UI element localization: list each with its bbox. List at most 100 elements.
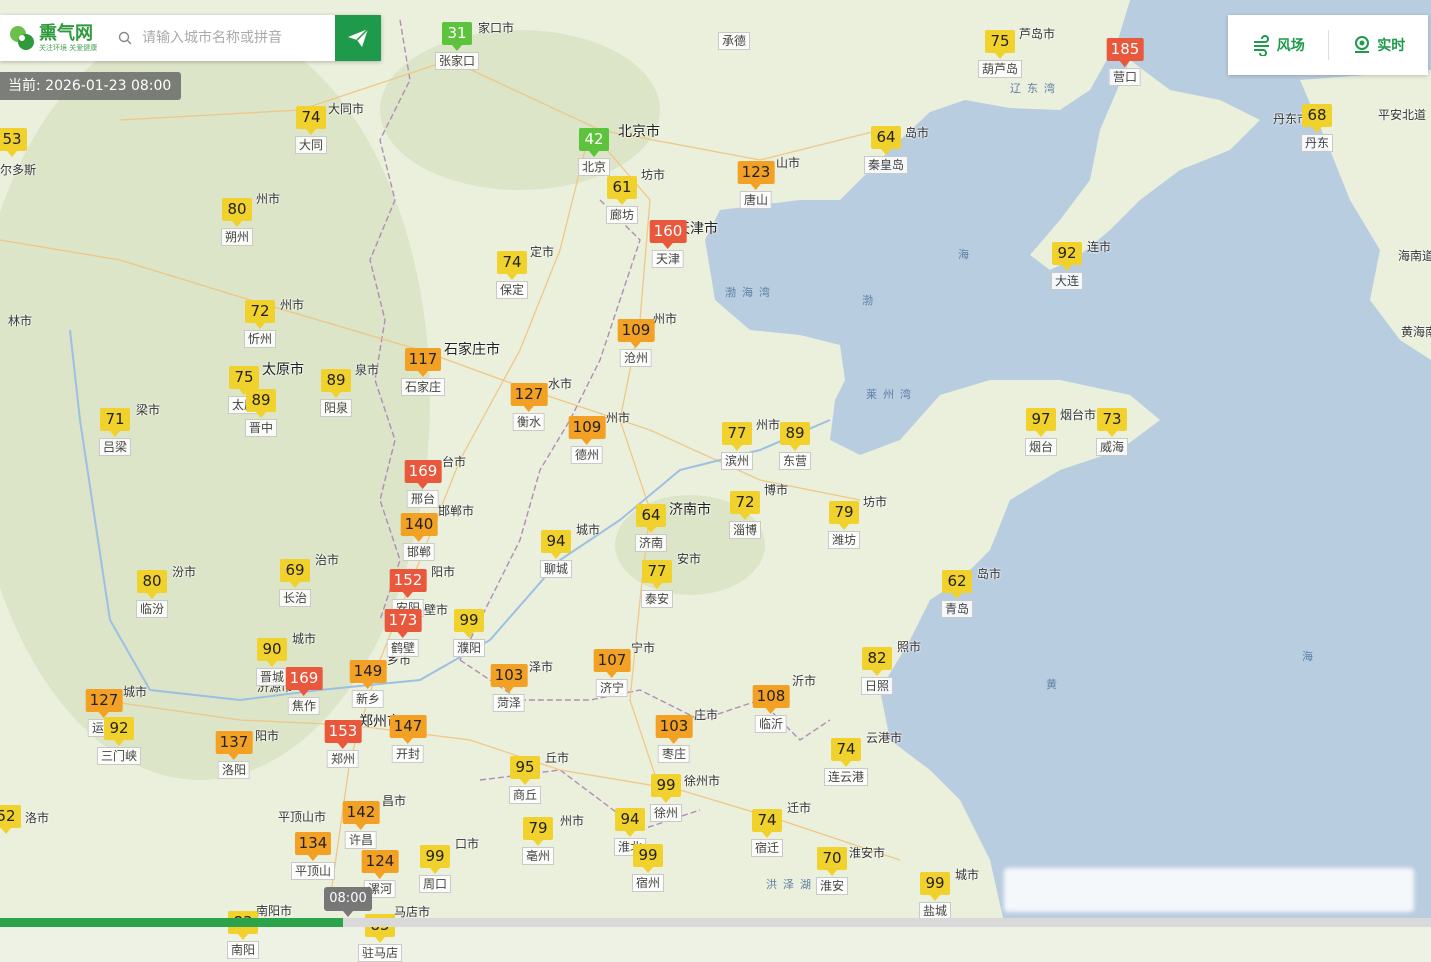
aqi-station-marker[interactable]: 74 连云港 [823,738,869,786]
aqi-station-marker[interactable]: 72 淄博 [728,491,762,539]
search-input[interactable] [140,29,324,47]
aqi-station-marker[interactable]: 80 朔州 [220,198,254,246]
timeline-track[interactable] [0,918,1431,927]
aqi-station-marker[interactable]: 0承德 [717,2,751,50]
aqi-value-badge: 99 [919,872,950,901]
aqi-station-marker[interactable]: 72 忻州 [243,300,277,348]
aqi-station-marker[interactable]: 169 邢台 [404,460,442,508]
aqi-station-marker[interactable]: 80 临汾 [135,570,169,618]
aqi-station-marker[interactable]: 90 晋城 [255,638,289,686]
aqi-station-marker[interactable]: 75 葫芦岛 [977,30,1023,78]
timeline-knob[interactable]: 08:00 [324,887,372,917]
station-city-name: 大连 [1050,272,1084,290]
aqi-station-marker[interactable]: 64 秦皇岛 [863,126,909,174]
liaodong-bay-label: 辽东湾 [1010,81,1061,95]
place-label: 州市 [256,192,281,206]
aqi-station-marker[interactable]: 74 宿迁 [750,809,784,857]
station-city-name: 吕梁 [98,438,132,456]
aqi-station-marker[interactable]: 99 徐州 [649,774,683,822]
aqi-station-marker[interactable]: 82 日照 [860,647,894,695]
aqi-station-marker[interactable]: 79 潍坊 [827,501,861,549]
place-label: 安市 [677,552,702,566]
aqi-station-marker[interactable]: 173 鹤壁 [384,609,422,657]
place-label: 泽市 [529,660,554,674]
station-city-name: 东营 [778,452,812,470]
aqi-station-marker[interactable]: 31 张家口 [434,22,480,70]
aqi-station-marker[interactable]: 99 盐城 [918,872,952,920]
aqi-station-marker[interactable]: 134 平顶山 [290,832,336,880]
aqi-station-marker[interactable]: 70 淮安 [815,847,849,895]
aqi-station-marker[interactable]: 117 石家庄 [400,348,446,396]
aqi-value-badge: 142 [342,801,380,830]
aqi-station-marker[interactable]: 73 威海 [1095,408,1129,456]
aqi-station-marker[interactable]: 103 菏泽 [490,664,528,712]
aqi-station-marker[interactable]: 99 周口 [418,845,452,893]
place-label: 海南道 [1398,249,1431,263]
station-city-name: 德州 [570,446,604,464]
station-city-name: 石家庄 [400,378,446,396]
aqi-station-marker[interactable]: 142 许昌 [342,801,380,849]
aqi-value-badge: 73 [1096,408,1127,437]
aqi-value-badge: 147 [389,715,427,744]
place-label: 岛市 [977,567,1002,581]
aqi-station-marker[interactable]: 68 丹东 [1300,104,1334,152]
aqi-value-badge-partial[interactable]: 52 [0,805,21,834]
aqi-value-badge: 153 [324,720,362,749]
station-city-name: 北京 [577,158,611,176]
aqi-station-marker[interactable]: 108 临沂 [752,685,790,733]
aqi-station-marker[interactable]: 169 焦作 [285,667,323,715]
aqi-station-marker[interactable]: 77 滨州 [720,422,754,470]
realtime-button[interactable]: 实时 [1329,15,1429,75]
aqi-station-marker[interactable]: 107 济宁 [593,649,631,697]
aqi-station-marker[interactable]: 74 保定 [495,251,529,299]
aqi-station-marker[interactable]: 79 亳州 [521,817,555,865]
wind-field-button[interactable]: 风场 [1228,15,1328,75]
aqi-station-marker[interactable]: 137 洛阳 [215,731,253,779]
station-city-name: 秦皇岛 [863,156,909,174]
aqi-station-marker[interactable]: 97 烟台 [1024,408,1058,456]
aqi-station-marker[interactable]: 69 长治 [278,559,312,607]
aqi-value-badge: 99 [632,844,663,873]
station-city-name: 承德 [717,32,751,50]
aqi-station-marker[interactable]: 42 北京 [577,128,611,176]
aqi-station-marker[interactable]: 149 新乡 [349,660,387,708]
aqi-station-marker[interactable]: 74 大同 [294,106,328,154]
station-city-name: 洛阳 [217,761,251,779]
aqi-station-marker[interactable]: 123 唐山 [737,161,775,209]
place-label: 洛市 [25,811,50,825]
aqi-station-marker[interactable]: 89 东营 [778,422,812,470]
aqi-station-marker[interactable]: 92 三门峡 [96,717,142,765]
aqi-station-marker[interactable]: 61 廊坊 [605,176,639,224]
aqi-station-marker[interactable]: 99 宿州 [631,844,665,892]
aqi-station-marker[interactable]: 185 营口 [1106,38,1144,86]
aqi-station-marker[interactable]: 94 聊城 [539,530,573,578]
aqi-station-marker[interactable]: 99 濮阳 [452,609,486,657]
aqi-station-marker[interactable]: 153 郑州 [324,720,362,768]
aqi-station-marker[interactable]: 64 济南 [634,504,668,552]
aqi-station-marker[interactable]: 140 邯郸 [400,513,438,561]
logo-slogan: 关注环境 关爱健康 [39,43,98,52]
aqi-station-marker[interactable]: 71 吕梁 [98,408,132,456]
aqi-station-marker[interactable]: 89 阳泉 [319,369,353,417]
aqi-value-badge: 149 [349,660,387,689]
aqi-station-marker[interactable]: 103 枣庄 [655,715,693,763]
aqi-station-marker[interactable]: 109 德州 [568,416,606,464]
aqi-station-marker[interactable]: 62 青岛 [940,570,974,618]
aqi-station-marker[interactable]: 92 大连 [1050,242,1084,290]
search-submit-button[interactable] [335,15,381,61]
aqi-value-badge: 77 [641,560,672,589]
aqi-station-marker[interactable]: 160 天津 [649,220,687,268]
place-label: 邯郸市 [438,504,475,518]
aqi-value-badge: 123 [737,161,775,190]
aqi-value-badge-partial[interactable]: 53 [0,128,27,157]
aqi-station-marker[interactable]: 109 沧州 [617,319,655,367]
aqi-station-marker[interactable]: 127 衡水 [510,383,548,431]
site-logo[interactable]: 熏气网 关注环境 关爱健康 [0,23,104,53]
aqi-station-marker[interactable]: 89 晋中 [244,389,278,437]
aqi-station-marker[interactable]: 95 商丘 [508,756,542,804]
station-city-name: 枣庄 [657,745,691,763]
aqi-value-badge: 31 [441,22,472,51]
aqi-station-marker[interactable]: 147 开封 [389,715,427,763]
aqi-value-badge: 62 [941,570,972,599]
aqi-station-marker[interactable]: 77 泰安 [640,560,674,608]
